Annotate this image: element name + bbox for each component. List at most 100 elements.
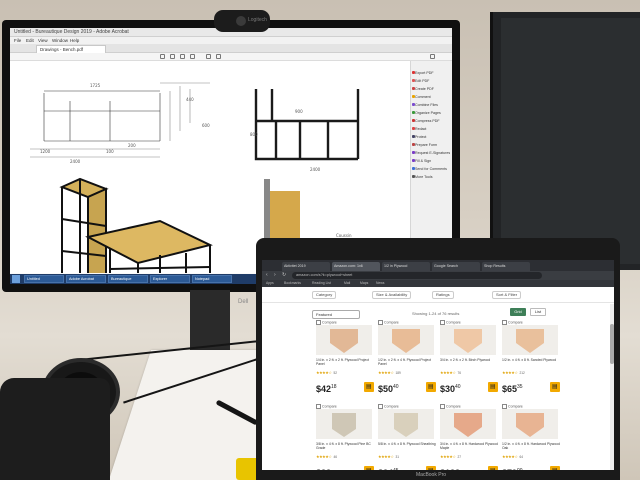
filter-category[interactable]: Category	[312, 291, 337, 299]
add-to-cart-button[interactable]: ▤	[488, 466, 498, 470]
product-title[interactable]: 5/8 in. x 4 ft. x 8 ft. Plywood Sheathin…	[378, 442, 436, 446]
app-tabbar: Drawings - Bench.pdf	[10, 44, 452, 53]
browser-tab[interactable]: Google Search	[432, 262, 480, 271]
product-card[interactable]: Compare 5/8 in. x 4 ft. x 8 ft. Plywood S…	[376, 404, 436, 470]
filter-sort[interactable]: Sort & Filter	[492, 291, 522, 299]
tool-organize[interactable]: Organize Pages	[412, 111, 441, 115]
stars-icon: ★★★★☆	[378, 370, 394, 375]
review-count: 76	[457, 371, 461, 375]
menu-window[interactable]: Window	[52, 38, 68, 43]
bookmark-item[interactable]: Apps	[266, 281, 274, 285]
bookmark-item[interactable]: Reading List	[312, 281, 331, 285]
taskbar-item[interactable]: Explorer	[150, 275, 190, 283]
tool-more[interactable]: More Tools	[412, 175, 433, 179]
review-count: 212	[519, 371, 525, 375]
product-card[interactable]: Compare 1/2 in. x 4 ft. x 8 ft. Hardwood …	[500, 404, 560, 470]
tool-comment[interactable]: Comment	[412, 95, 431, 99]
svg-text:1200: 1200	[40, 149, 51, 154]
menu-help[interactable]: Help	[70, 38, 79, 43]
add-to-cart-button[interactable]: ▤	[550, 382, 560, 392]
bookmark-item[interactable]: News	[376, 281, 384, 285]
add-to-cart-button[interactable]: ▤	[426, 382, 436, 392]
product-card[interactable]: Compare 1/2 in. x 4 ft. x 8 ft. Sanded Pl…	[500, 320, 560, 400]
tool-compress[interactable]: Compress PDF	[412, 119, 440, 123]
share-icon[interactable]	[430, 54, 435, 59]
scrollbar[interactable]	[610, 304, 614, 470]
product-title[interactable]: 1/4 in. x 2 ft. x 2 ft. Plywood Project …	[316, 358, 374, 366]
back-icon[interactable]: ‹	[266, 272, 268, 278]
product-card[interactable]: Compare 1/2 in. x 2 ft. x 4 ft. Plywood P…	[376, 320, 436, 400]
tool-edit-pdf[interactable]: Edit PDF	[412, 79, 429, 83]
pen-icon[interactable]	[216, 54, 221, 59]
browser-tab[interactable]: 1/2 in Plywood	[382, 262, 430, 271]
bookmark-item[interactable]: Maps	[360, 281, 368, 285]
menu-view[interactable]: View	[38, 38, 48, 43]
tool-prepare-form[interactable]: Prepare Form	[412, 143, 437, 147]
product-card[interactable]: Compare 3/4 in. x 2 ft. x 2 ft. Birch Ply…	[438, 320, 498, 400]
browser-tab[interactable]: Shop Results	[482, 262, 530, 271]
browser-tab-active[interactable]: Amazon.com: 1x6	[332, 262, 380, 271]
webcam-brand: Logitech	[248, 17, 267, 23]
product-image[interactable]	[378, 409, 434, 439]
menu-edit[interactable]: Edit	[26, 38, 34, 43]
forward-icon[interactable]: ›	[274, 272, 276, 278]
product-image[interactable]	[440, 325, 496, 355]
product-title[interactable]: 3/4 in. x 2 ft. x 2 ft. Birch Plywood	[440, 358, 498, 362]
review-count: 27	[457, 455, 461, 459]
document-tab[interactable]: Drawings - Bench.pdf	[36, 45, 106, 53]
product-title[interactable]: 3/4 in. x 4 ft. x 8 ft. Hardwood Plywood…	[440, 442, 498, 450]
add-to-cart-button[interactable]: ▤	[364, 382, 374, 392]
scroll-thumb[interactable]	[610, 324, 614, 364]
product-title[interactable]: 1/2 in. x 4 ft. x 8 ft. Hardwood Plywood…	[502, 442, 560, 450]
address-bar[interactable]: amazon.com/s?k=plywood+sheet	[292, 272, 542, 279]
zoom-out-icon[interactable]	[180, 54, 185, 59]
bookmark-item[interactable]: Bookmarks	[284, 281, 301, 285]
add-to-cart-button[interactable]: ▤	[550, 466, 560, 470]
tool-create-pdf[interactable]: Create PDF	[412, 87, 434, 91]
add-to-cart-button[interactable]: ▤	[364, 466, 374, 470]
zoom-in-icon[interactable]	[190, 54, 195, 59]
reload-icon[interactable]: ↻	[282, 272, 286, 278]
tool-esign[interactable]: Request E-Signatures	[412, 151, 450, 155]
tool-fill-sign[interactable]: Fill & Sign	[412, 159, 431, 163]
browser-tab[interactable]: Aktivitet 2019	[282, 262, 330, 271]
product-image[interactable]	[316, 409, 372, 439]
start-icon[interactable]	[12, 275, 20, 283]
product-image[interactable]	[316, 325, 372, 355]
stars-icon: ★★★★☆	[502, 370, 518, 375]
product-price: $33	[316, 468, 331, 470]
product-card[interactable]: Compare 3/4 in. x 4 ft. x 8 ft. Hardwood …	[438, 404, 498, 470]
tool-protect[interactable]: Protect	[412, 135, 426, 139]
tool-export-pdf[interactable]: Export PDF	[412, 71, 434, 75]
filter-ratings[interactable]: Ratings	[432, 291, 454, 299]
tool-combine[interactable]: Combine Files	[412, 103, 438, 107]
star-rating: ★★★★☆ 212	[502, 370, 525, 375]
product-image[interactable]	[378, 325, 434, 355]
tool-send-comments[interactable]: Send for Comments	[412, 167, 447, 171]
hand-tool-icon[interactable]	[170, 54, 175, 59]
product-card[interactable]: Compare 1/4 in. x 2 ft. x 2 ft. Plywood P…	[314, 320, 374, 400]
product-image[interactable]	[440, 409, 496, 439]
tool-redact[interactable]: Redact	[412, 127, 426, 131]
select-tool-icon[interactable]	[160, 54, 165, 59]
taskbar-item[interactable]: Notepad	[192, 275, 232, 283]
grid-view-button[interactable]: Grid	[510, 308, 526, 316]
product-card[interactable]: Compare 3/8 in. x 4 ft. x 8 ft. Plywood P…	[314, 404, 374, 470]
taskbar-item[interactable]: Adobe Acrobat	[66, 275, 106, 283]
product-image[interactable]	[502, 325, 558, 355]
comment-icon[interactable]	[206, 54, 211, 59]
product-title[interactable]: 1/2 in. x 2 ft. x 4 ft. Plywood Project …	[378, 358, 436, 366]
cart-icon: ▤	[366, 384, 372, 390]
taskbar-item[interactable]: Untitled	[24, 275, 64, 283]
add-to-cart-button[interactable]: ▤	[426, 466, 436, 470]
add-to-cart-button[interactable]: ▤	[488, 382, 498, 392]
taskbar-item[interactable]: Bureautique	[108, 275, 148, 283]
filter-size[interactable]: Size & Availability	[372, 291, 412, 299]
product-image[interactable]	[502, 409, 558, 439]
product-title[interactable]: 3/8 in. x 4 ft. x 8 ft. Plywood Pine BC …	[316, 442, 374, 450]
bookmark-item[interactable]: Mail	[344, 281, 350, 285]
sort-select[interactable]: Featured	[312, 310, 360, 319]
menu-file[interactable]: File	[14, 38, 21, 43]
list-view-button[interactable]: List	[530, 308, 546, 316]
product-title[interactable]: 1/2 in. x 4 ft. x 8 ft. Sanded Plywood	[502, 358, 560, 362]
